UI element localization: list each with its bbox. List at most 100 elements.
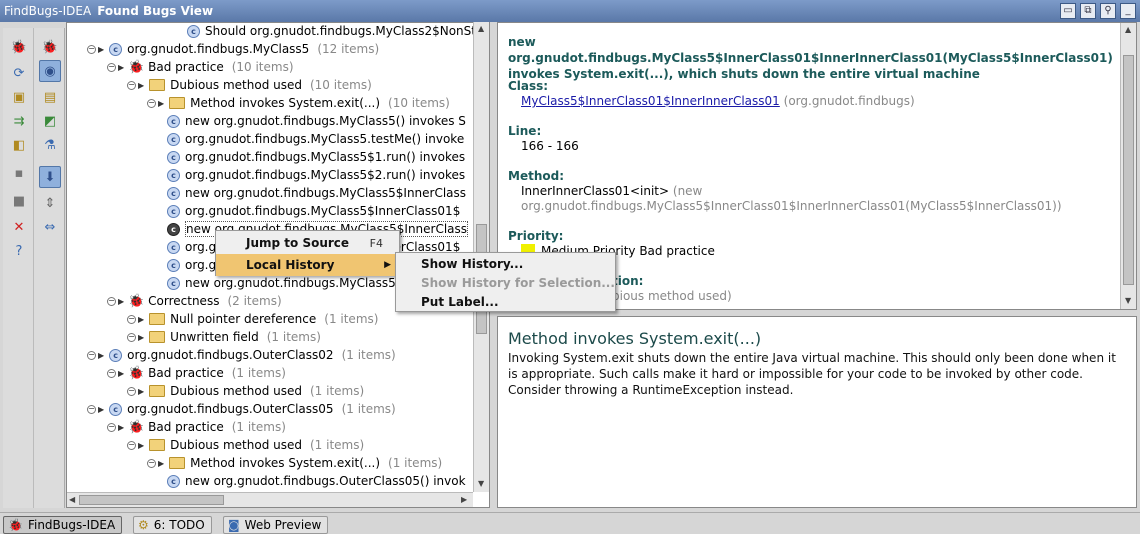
tree-row-label: org.gnudot.findbugs.OuterClass02 [127, 348, 334, 362]
tree-row-count: (1 items) [341, 348, 396, 362]
folder-icon [149, 313, 166, 325]
tree-row[interactable]: c org.gnudot.findbugs.MyClass5$InnerClass… [167, 202, 460, 220]
expand-toggle-icon[interactable]: − [127, 314, 136, 324]
tree-row[interactable]: − ▶ 🐞 Correctness (2 items) [107, 292, 282, 310]
scroll-up-icon[interactable]: ▲ [478, 24, 484, 33]
view-title: Found Bugs View [97, 4, 214, 18]
bug-category-icon: 🐞 [128, 293, 145, 309]
group-by-class-icon[interactable]: ◉ [39, 60, 61, 82]
class-icon: c [167, 276, 180, 290]
tree-row[interactable]: c org.gnudot.findbugs.MyClass5$1.run() in… [167, 148, 465, 166]
expand-toggle-icon[interactable]: − [147, 458, 156, 468]
scroll-left-icon[interactable]: ◀ [69, 495, 75, 504]
expand-toggle-icon[interactable]: − [127, 332, 136, 342]
shortcut-label: F4 [369, 236, 383, 250]
tree-row[interactable]: − ▶ c org.gnudot.findbugs.MyClass5 (12 items… [87, 40, 379, 58]
tree-row[interactable]: − ▶ Method invokes System.exit(...) (1 item… [147, 454, 442, 472]
tree-arrow-icon: ▶ [118, 62, 125, 72]
tree-row[interactable]: c Should org.gnudot.findbugs.MyClass2$Non… [187, 23, 489, 40]
todo-icon: ⚙ [138, 518, 149, 532]
menu-item-jump-to-source[interactable]: Jump to Source F4 [216, 232, 399, 254]
tree-row[interactable]: − ▶ Unwritten field (1 items) [127, 328, 321, 346]
menu-item-label: Jump to Source [246, 236, 350, 250]
analyze-bug-icon[interactable]: 🐞 [8, 36, 30, 58]
menu-item-local-history[interactable]: Local History ▶ [216, 254, 399, 276]
tree-row[interactable]: − ▶ 🐞 Bad practice (10 items) [107, 58, 294, 76]
tab-todo[interactable]: ⚙ 6: TODO [133, 516, 212, 534]
scroll-down-icon[interactable]: ▼ [478, 479, 484, 488]
help-icon[interactable]: ? [8, 240, 30, 262]
tree-row-count: (10 items) [309, 78, 372, 92]
tree-row[interactable]: − ▶ Dubious method used (10 items) [127, 76, 372, 94]
tree-row[interactable]: − ▶ Method invokes System.exit(...) (10 ite… [147, 94, 450, 112]
group-by-category-icon[interactable]: ◩ [39, 110, 61, 132]
disabled-action-icon[interactable]: ▪ [8, 162, 30, 184]
analysis-toolbar: 🐞 ⟳ ▣ ⇉ ◧ ▪ ■ ✕ ? [3, 28, 34, 508]
analyze-scope-icon[interactable]: ◧ [8, 134, 30, 156]
details-vertical-scrollbar[interactable]: ▲ ▼ [1120, 23, 1136, 309]
menu-item-put-label[interactable]: Put Label... [396, 292, 615, 311]
tree-row-count: (1 items) [266, 330, 321, 344]
tree-row[interactable]: c new org.gnudot.findbugs.MyClass5() invo… [167, 112, 466, 130]
expand-toggle-icon[interactable]: − [107, 422, 116, 432]
filter-icon[interactable]: ⚗ [39, 134, 61, 156]
analyze-changelist-icon[interactable]: ⇉ [8, 110, 30, 132]
expand-toggle-icon[interactable]: − [107, 62, 116, 72]
scroll-right-icon[interactable]: ▶ [461, 495, 467, 504]
stop-icon[interactable]: ■ [8, 190, 30, 212]
minimize-icon[interactable]: _ [1120, 3, 1136, 19]
tree-horizontal-scrollbar[interactable]: ◀ ▶ [67, 492, 473, 507]
tree-row[interactable]: c new org.gnudot.findbugs.OuterClass05() … [167, 472, 466, 490]
tree-row[interactable]: − ▶ Dubious method used (1 items) [127, 382, 364, 400]
tab-web-preview[interactable]: ◙ Web Preview [223, 516, 329, 534]
bug-icon: 🐞 [8, 518, 23, 532]
tree-row[interactable]: − ▶ c org.gnudot.findbugs.OuterClass02 (1 it… [87, 346, 396, 364]
close-icon[interactable]: ✕ [8, 216, 30, 238]
float-icon[interactable]: ⧉ [1080, 3, 1096, 19]
tree-row-label: Bad practice [148, 60, 224, 74]
details-scroll-down-icon[interactable]: ▼ [1125, 296, 1131, 305]
details-scroll-thumb[interactable] [1123, 55, 1134, 285]
tab-findbugs[interactable]: 🐞 FindBugs-IDEA [3, 516, 123, 534]
tree-arrow-icon: ▶ [138, 80, 145, 90]
menu-item-show-history[interactable]: Show History... [396, 254, 615, 273]
collapse-all-icon[interactable]: ⇔ [39, 216, 61, 238]
tree-row-label: org.gnudot.findbugs.MyClass5$InnerClass0… [185, 204, 461, 218]
tree-row[interactable]: − ▶ Dubious method used (1 items) [127, 436, 364, 454]
tree-row[interactable]: − ▶ c org.gnudot.findbugs.OuterClass05 (1 it… [87, 400, 396, 418]
tree-row[interactable]: − ▶ Null pointer dereference (1 items) [127, 310, 378, 328]
expand-toggle-icon[interactable]: − [87, 44, 96, 54]
class-link[interactable]: MyClass5$InnerClass01$InnerInnerClass01 [521, 94, 780, 108]
expand-toggle-icon[interactable]: − [127, 80, 136, 90]
tree-row[interactable]: − ▶ 🐞 Bad practice (1 items) [107, 418, 286, 436]
details-scroll-up-icon[interactable]: ▲ [1125, 25, 1131, 34]
tree-row[interactable]: c org.gnudot.findbugs.MyClass5.testMe() i… [167, 130, 464, 148]
expand-toggle-icon[interactable]: − [127, 386, 136, 396]
analyze-module-icon[interactable]: ⟳ [8, 62, 30, 84]
explanation-fragment: bious method used) [612, 289, 732, 303]
expand-toggle-icon[interactable]: − [87, 404, 96, 414]
tree-row[interactable]: c new org.gnudot.findbugs.MyClass5$InnerC… [167, 184, 466, 202]
class-icon: c [109, 42, 123, 56]
restore-icon[interactable]: ▭ [1060, 3, 1076, 19]
group-by-bug-icon[interactable]: 🐞 [39, 36, 61, 58]
expand-toggle-icon[interactable]: − [127, 440, 136, 450]
expand-toggle-icon[interactable]: − [107, 368, 116, 378]
tree-row[interactable]: c org.gnudot.findbugs.MyClass5$2.run() in… [167, 166, 465, 184]
expand-all-icon[interactable]: ⇕ [39, 192, 61, 214]
tree-row-label: new org.gnudot.findbugs.MyClass5() invok… [185, 114, 466, 128]
pin-icon[interactable]: ⚲ [1100, 3, 1116, 19]
expand-toggle-icon[interactable]: − [107, 296, 116, 306]
tree-row[interactable]: − ▶ 🐞 Bad practice (1 items) [107, 364, 286, 382]
tree-row-label: Bad practice [148, 420, 224, 434]
bug-description-panel: Method invokes System.exit(...) Invoking… [497, 316, 1137, 508]
analyze-project-icon[interactable]: ▣ [8, 86, 30, 108]
autoscroll-icon[interactable]: ⬇ [39, 166, 61, 188]
tree-row-label: Correctness [148, 294, 220, 308]
expand-toggle-icon[interactable]: − [87, 350, 96, 360]
group-by-package-icon[interactable]: ▤ [39, 86, 61, 108]
tree-row-label: Should org.gnudot.findbugs.MyClass2$NonS… [205, 24, 489, 38]
tab-label: FindBugs-IDEA [27, 518, 116, 532]
expand-toggle-icon[interactable]: − [147, 98, 156, 108]
tree-hscroll-thumb[interactable] [79, 495, 224, 505]
